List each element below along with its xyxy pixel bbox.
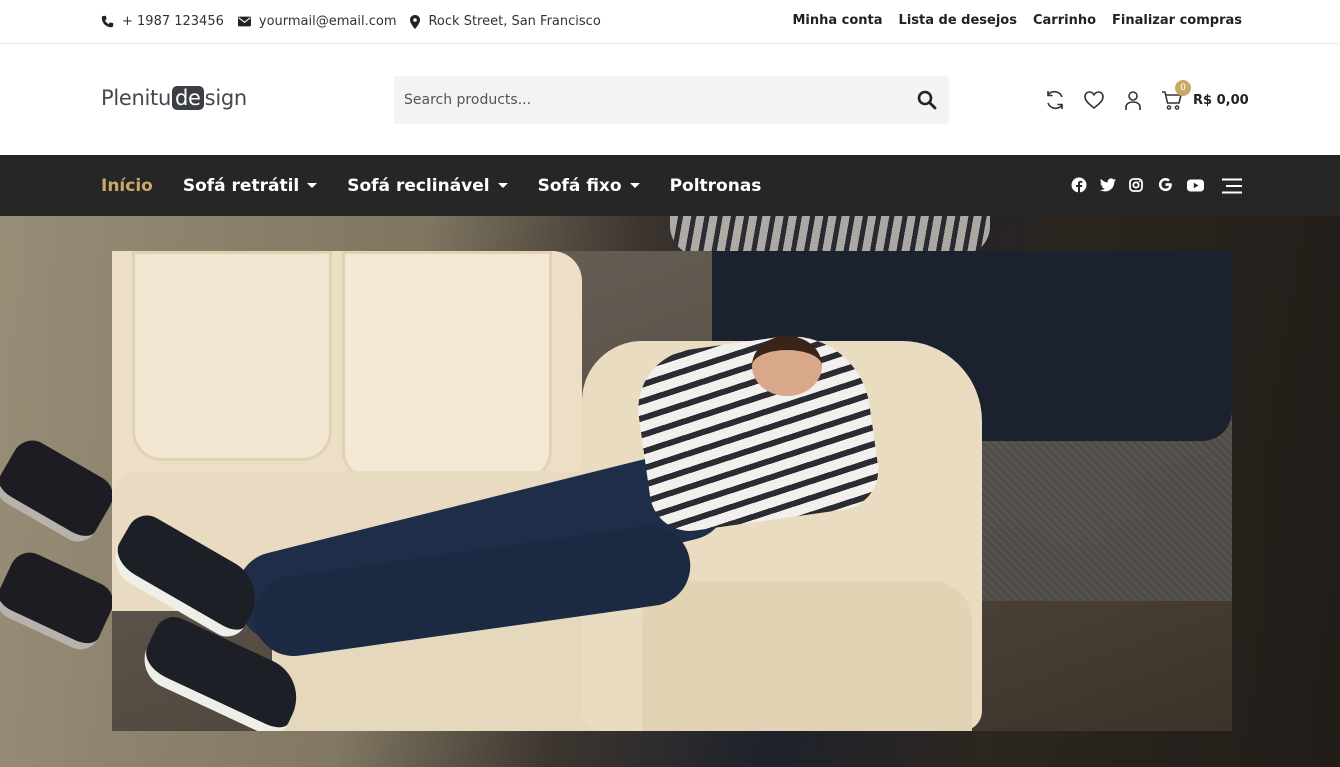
cart-count-badge: 0 (1175, 80, 1191, 96)
hero-photo (112, 251, 1232, 731)
map-marker-icon (410, 14, 421, 29)
mini-cart[interactable]: 0 R$ 0,00 (1161, 80, 1249, 111)
sofa-cushion (342, 251, 552, 481)
menu-item-sofa-fixo[interactable]: Sofá fixo (538, 176, 640, 196)
envelope-icon (237, 16, 251, 27)
menu-item-label: Início (101, 175, 153, 196)
phone-text: + 1987 123456 (122, 14, 224, 29)
person-head (752, 336, 822, 396)
cart-link[interactable]: Carrinho (1033, 13, 1096, 28)
menu-item-label: Sofá reclinável (347, 175, 490, 196)
menu-item-label: Poltronas (669, 175, 762, 196)
background-figure (670, 216, 990, 256)
contact-phone: + 1987 123456 (101, 14, 224, 29)
sofa-armrest (642, 581, 972, 731)
heart-icon[interactable] (1083, 89, 1105, 111)
twitter-icon[interactable] (1100, 177, 1116, 193)
caret-down-icon (497, 183, 508, 188)
contact-email: yourmail@email.com (237, 14, 397, 29)
my-account-link[interactable]: Minha conta (792, 13, 882, 28)
logo-text-highlight: de (172, 86, 204, 110)
user-icon[interactable] (1122, 89, 1144, 111)
menu-item-poltronas[interactable]: Poltronas (670, 176, 762, 196)
background-shoe (0, 433, 121, 549)
contact-address: Rock Street, San Francisco (410, 14, 601, 29)
primary-menu: Início Sofá retrátil Sofá reclinável Sof… (101, 155, 791, 216)
caret-down-icon (307, 183, 318, 188)
contact-info: + 1987 123456 yourmail@email.com Rock St… (101, 14, 615, 29)
menu-item-sofa-reclinavel[interactable]: Sofá reclinável (347, 175, 508, 196)
checkout-link[interactable]: Finalizar compras (1112, 13, 1242, 28)
background-shoe (0, 546, 120, 656)
youtube-icon[interactable] (1187, 177, 1204, 193)
phone-icon (101, 15, 114, 28)
site-header: Plenitudesign 0 R$ 0,00 (0, 45, 1340, 155)
menu-item-sofa-retratil[interactable]: Sofá retrátil (182, 175, 318, 196)
site-logo[interactable]: Plenitu de sign (101, 86, 247, 110)
hero-banner (0, 216, 1340, 767)
hamburger-menu-icon[interactable] (1222, 178, 1242, 194)
main-navigation: Início Sofá retrátil Sofá reclinável Sof… (0, 155, 1340, 216)
address-text: Rock Street, San Francisco (428, 14, 601, 29)
menu-item-label: Sofá fixo (537, 175, 622, 196)
search-input[interactable] (394, 76, 894, 124)
compare-icon[interactable] (1044, 89, 1066, 111)
menu-item-inicio[interactable]: Início (101, 176, 153, 196)
wishlist-link[interactable]: Lista de desejos (899, 13, 1017, 28)
logo-text-pre: Plenitu (101, 86, 172, 110)
search-icon[interactable] (917, 90, 937, 110)
top-bar: + 1987 123456 yourmail@email.com Rock St… (0, 0, 1340, 44)
logo-text-post: sign (204, 86, 248, 110)
caret-down-icon (629, 183, 640, 188)
sofa-cushion (132, 251, 332, 461)
email-text: yourmail@email.com (258, 14, 397, 29)
menu-item-label: Sofá retrátil (182, 175, 300, 196)
facebook-icon[interactable] (1071, 177, 1087, 193)
account-links: Minha conta Lista de desejos Carrinho Fi… (776, 13, 1242, 28)
social-links (1071, 177, 1216, 193)
instagram-icon[interactable] (1129, 177, 1145, 193)
google-icon[interactable] (1158, 177, 1174, 193)
search-box (394, 76, 949, 124)
header-actions: 0 R$ 0,00 (1044, 80, 1249, 111)
cart-amount: R$ 0,00 (1193, 92, 1249, 108)
